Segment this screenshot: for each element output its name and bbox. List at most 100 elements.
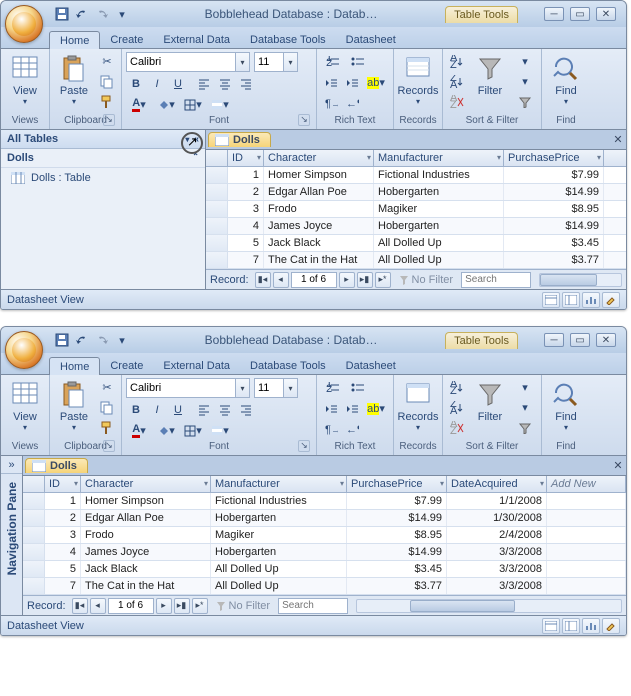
nav-section-header[interactable]: Dolls ⌃ bbox=[1, 149, 205, 168]
align-right-icon[interactable] bbox=[236, 400, 256, 419]
cell-price[interactable]: $3.45 bbox=[504, 235, 604, 251]
cell-date[interactable]: 3/3/2008 bbox=[447, 578, 547, 594]
row-selector[interactable] bbox=[23, 561, 45, 577]
close-button[interactable]: ✕ bbox=[596, 333, 616, 347]
row-selector[interactable] bbox=[23, 544, 45, 560]
table-row[interactable]: 2Edgar Allan PoeHobergarten$14.991/30/20… bbox=[23, 510, 626, 527]
datasheet-view-icon[interactable] bbox=[542, 292, 560, 308]
chevron-down-icon[interactable]: ▾ bbox=[497, 153, 501, 162]
font-size-input[interactable] bbox=[254, 52, 284, 72]
alt-row-color-icon[interactable]: ▾ bbox=[207, 95, 233, 114]
cell-date[interactable]: 3/3/2008 bbox=[447, 561, 547, 577]
italic-icon[interactable]: I bbox=[147, 74, 167, 93]
cut-icon[interactable]: ✂ bbox=[97, 378, 117, 397]
clear-sort-icon[interactable]: AZ bbox=[447, 92, 467, 111]
qat-customize-icon[interactable]: ▾ bbox=[113, 5, 131, 23]
pivot-view-icon[interactable] bbox=[562, 618, 580, 634]
advanced-filter-icon[interactable]: ▾ bbox=[513, 72, 537, 91]
undo-icon[interactable] bbox=[73, 331, 91, 349]
cell-char[interactable]: James Joyce bbox=[264, 218, 374, 234]
chevron-down-icon[interactable]: ▾ bbox=[440, 479, 444, 488]
cell-price[interactable]: $8.95 bbox=[504, 201, 604, 217]
tab-datasheet[interactable]: Datasheet bbox=[336, 357, 406, 374]
chevron-down-icon[interactable]: ▾ bbox=[74, 479, 78, 488]
cell-add[interactable] bbox=[547, 561, 626, 577]
paste-button[interactable]: Paste▾ bbox=[54, 378, 94, 436]
table-row[interactable]: 1Homer SimpsonFictional Industries$7.991… bbox=[23, 493, 626, 510]
cell-char[interactable]: Jack Black bbox=[81, 561, 211, 577]
save-icon[interactable] bbox=[53, 5, 71, 23]
cell-price[interactable]: $14.99 bbox=[504, 184, 604, 200]
tab-external-data[interactable]: External Data bbox=[153, 357, 240, 374]
nav-collapse-icon[interactable]: « bbox=[193, 134, 199, 145]
cell-manu[interactable]: All Dolled Up bbox=[374, 235, 504, 251]
font-name-dropdown[interactable]: ▾ bbox=[236, 378, 250, 398]
records-button[interactable]: Records▾ bbox=[398, 378, 438, 436]
row-selector[interactable] bbox=[23, 527, 45, 543]
format-painter-icon[interactable] bbox=[97, 92, 117, 111]
cell-manu[interactable]: Hobergarten bbox=[211, 544, 347, 560]
next-record-button[interactable]: ▸ bbox=[156, 598, 172, 614]
records-button[interactable]: Records ▾ bbox=[398, 52, 438, 110]
cell-manu[interactable]: All Dolled Up bbox=[211, 561, 347, 577]
cell-manu[interactable]: Fictional Industries bbox=[374, 167, 504, 183]
increase-indent-icon[interactable] bbox=[342, 73, 362, 92]
cell-char[interactable]: Frodo bbox=[264, 201, 374, 217]
underline-icon[interactable]: U bbox=[168, 74, 188, 93]
column-header-manufacturer[interactable]: Manufacturer▾ bbox=[374, 150, 504, 166]
tab-database-tools[interactable]: Database Tools bbox=[240, 31, 336, 48]
document-tab-dolls[interactable]: Dolls bbox=[25, 458, 88, 473]
nav-category-label[interactable]: All Tables bbox=[7, 133, 58, 145]
filter-button[interactable]: Filter bbox=[470, 378, 510, 436]
sort-desc-icon[interactable]: ZA bbox=[447, 72, 467, 91]
toggle-filter-icon[interactable] bbox=[513, 418, 537, 437]
cell-id[interactable]: 1 bbox=[45, 493, 81, 509]
cell-char[interactable]: Homer Simpson bbox=[264, 167, 374, 183]
horizontal-scrollbar[interactable] bbox=[539, 273, 622, 287]
chevron-down-icon[interactable]: ▾ bbox=[257, 153, 261, 162]
chart-view-icon[interactable] bbox=[582, 292, 600, 308]
record-search-input[interactable] bbox=[278, 598, 348, 614]
contextual-tab-table-tools[interactable]: Table Tools bbox=[445, 332, 518, 349]
select-all-cell[interactable] bbox=[206, 150, 228, 166]
filter-button[interactable]: Filter bbox=[470, 52, 510, 110]
row-selector[interactable] bbox=[23, 510, 45, 526]
cell-manu[interactable]: All Dolled Up bbox=[374, 252, 504, 268]
table-row[interactable]: 7The Cat in the HatAll Dolled Up$3.773/3… bbox=[23, 578, 626, 595]
cell-id[interactable]: 2 bbox=[228, 184, 264, 200]
cell-id[interactable]: 3 bbox=[45, 527, 81, 543]
close-button[interactable]: ✕ bbox=[596, 7, 616, 21]
gridlines-icon[interactable]: ▾ bbox=[180, 95, 206, 114]
cell-manu[interactable]: Magiker bbox=[211, 527, 347, 543]
minimize-button[interactable]: ─ bbox=[544, 333, 564, 347]
cell-manu[interactable]: All Dolled Up bbox=[211, 578, 347, 594]
cell-add[interactable] bbox=[547, 510, 626, 526]
align-left-icon[interactable] bbox=[194, 74, 214, 93]
cell-add[interactable] bbox=[547, 493, 626, 509]
cell-manu[interactable]: Hobergarten bbox=[211, 510, 347, 526]
cell-id[interactable]: 1 bbox=[228, 167, 264, 183]
paste-button[interactable]: Paste ▾ bbox=[54, 52, 94, 110]
tab-home[interactable]: Home bbox=[49, 31, 100, 49]
column-header-add-new[interactable]: Add New bbox=[547, 476, 626, 492]
pivot-view-icon[interactable] bbox=[562, 292, 580, 308]
fill-color-icon[interactable]: ▾ bbox=[153, 95, 179, 114]
selection-filter-icon[interactable]: ▾ bbox=[513, 52, 537, 71]
maximize-button[interactable]: ▭ bbox=[570, 7, 590, 21]
tab-create[interactable]: Create bbox=[100, 31, 153, 48]
sort-asc-icon[interactable]: AZ bbox=[447, 52, 467, 71]
cell-date[interactable]: 2/4/2008 bbox=[447, 527, 547, 543]
highlight-icon[interactable]: ab▾ bbox=[363, 399, 389, 418]
row-selector[interactable] bbox=[206, 235, 228, 251]
decrease-indent-icon[interactable] bbox=[321, 399, 341, 418]
sort-asc-icon[interactable]: AZ bbox=[447, 378, 467, 397]
cell-char[interactable]: Homer Simpson bbox=[81, 493, 211, 509]
datasheet-view-icon[interactable] bbox=[542, 618, 560, 634]
cell-id[interactable]: 4 bbox=[45, 544, 81, 560]
font-size-dropdown[interactable]: ▾ bbox=[284, 52, 298, 72]
cell-char[interactable]: Frodo bbox=[81, 527, 211, 543]
font-name-input[interactable] bbox=[126, 378, 236, 398]
align-center-icon[interactable] bbox=[215, 400, 235, 419]
cell-manu[interactable]: Hobergarten bbox=[374, 184, 504, 200]
align-center-icon[interactable] bbox=[215, 74, 235, 93]
